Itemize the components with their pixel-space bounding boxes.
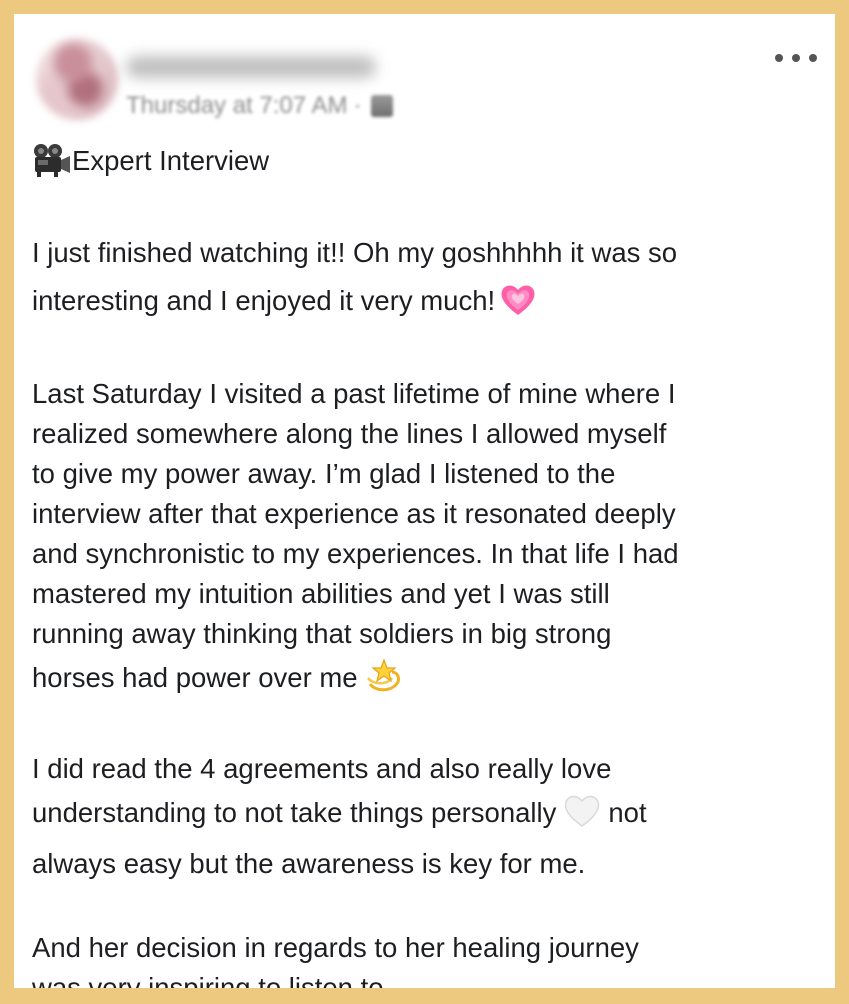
post-title: Expert Interview (32, 141, 827, 189)
paragraph-3-text-a: I did read the 4 agreements and also rea… (32, 753, 612, 828)
white-heart-icon (562, 793, 602, 842)
post-card: Thursday at 7:07 AM · Expert Interview I… (14, 14, 835, 988)
author-name-blurred[interactable] (126, 56, 376, 78)
paragraph-2: Last Saturday I visited a past lifetime … (32, 374, 827, 705)
post-meta: Thursday at 7:07 AM · (126, 91, 394, 121)
movie-camera-icon (32, 142, 72, 189)
dizzy-star-icon (362, 654, 402, 705)
paragraph-3: I did read the 4 agreements and also rea… (32, 747, 827, 886)
post-body: Expert Interview I just finished watchin… (32, 141, 827, 988)
paragraph-1-text: I just finished watching it!! Oh my gosh… (32, 237, 678, 316)
meta-separator: · (353, 92, 362, 119)
paragraph-4: And her decision in regards to her heali… (32, 928, 827, 988)
post-title-text: Expert Interview (72, 145, 270, 176)
paragraph-2-text: Last Saturday I visited a past lifetime … (32, 378, 679, 693)
privacy-icon[interactable] (371, 95, 394, 117)
post-header: Thursday at 7:07 AM · (14, 14, 835, 134)
growing-heart-icon (499, 283, 537, 332)
paragraph-1: I just finished watching it!! Oh my gosh… (32, 229, 827, 332)
paragraph-4-text: And her decision in regards to her heali… (32, 932, 639, 988)
avatar[interactable] (36, 38, 118, 120)
post-timestamp[interactable]: Thursday at 7:07 AM (126, 92, 347, 120)
more-options-icon[interactable] (775, 50, 817, 66)
